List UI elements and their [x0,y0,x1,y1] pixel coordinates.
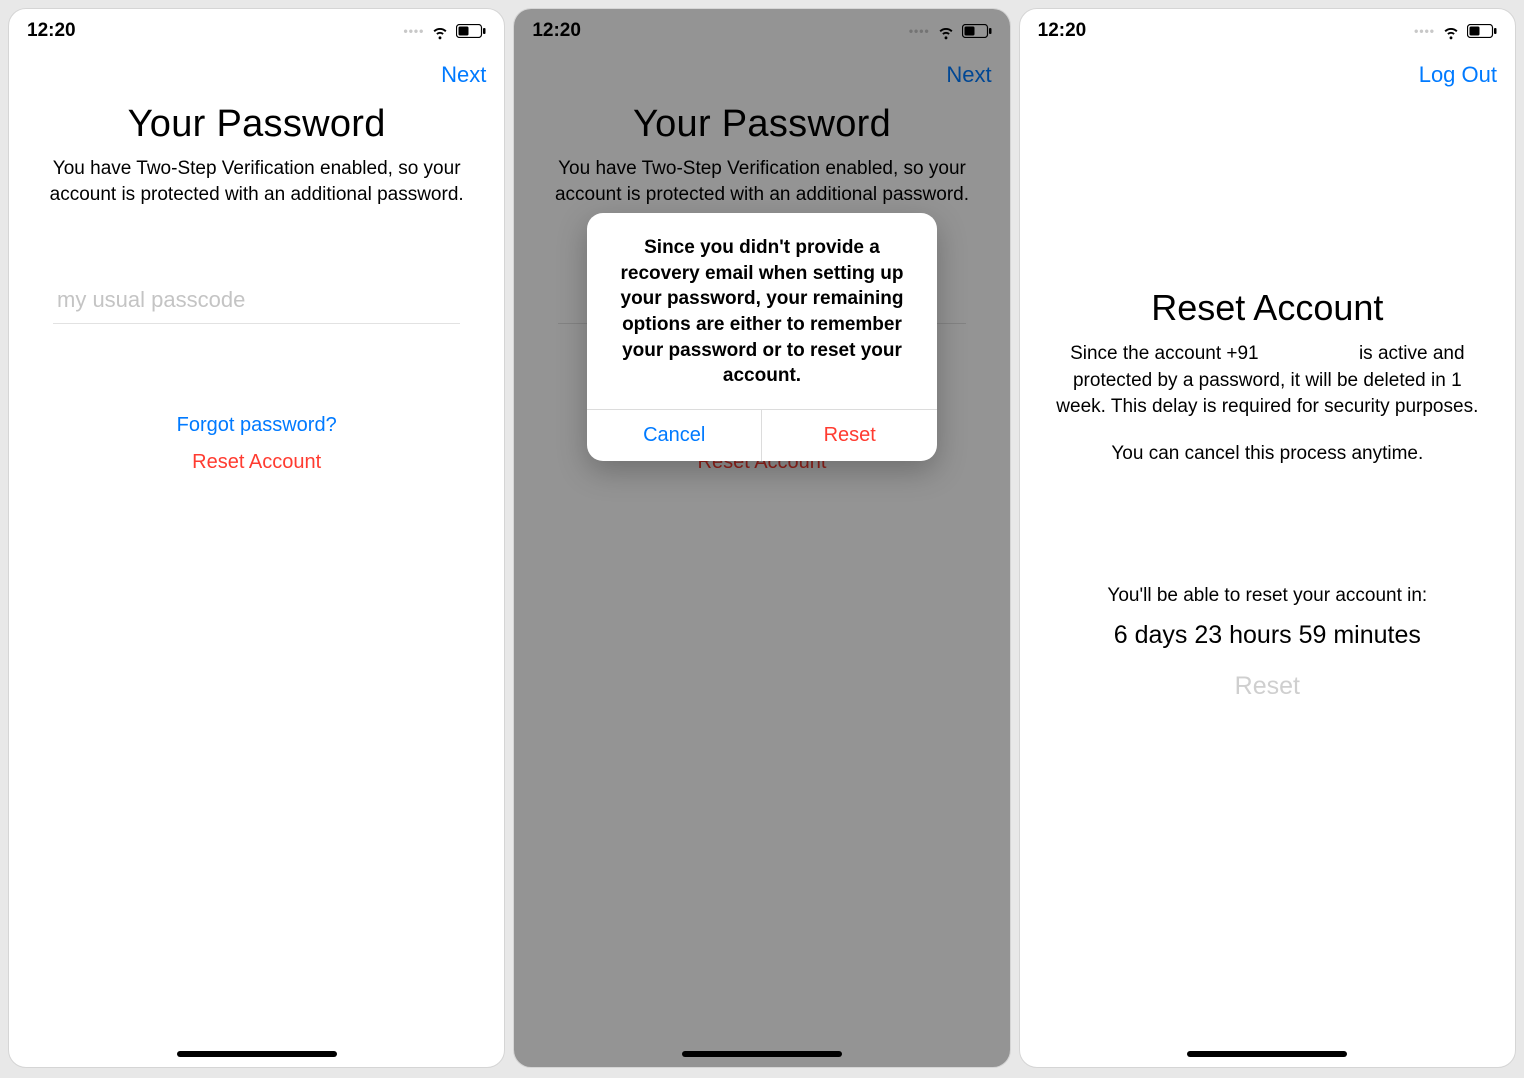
content: Reset Account Since the account +91 is a… [1020,97,1515,701]
status-time: 12:20 [1038,20,1087,42]
cellular-dots-icon: •••• [1414,24,1435,38]
next-button[interactable]: Next [441,62,486,88]
status-time: 12:20 [27,20,76,42]
reset-button-disabled: Reset [1048,672,1487,701]
page-subtitle: You have Two-Step Verification enabled, … [33,156,480,207]
status-right: •••• [404,21,487,41]
page-title: Your Password [33,103,480,146]
account-phone-redacted [1264,343,1354,364]
home-indicator [1187,1051,1347,1057]
wifi-icon [430,21,450,41]
reset-cancel-note: You can cancel this process anytime. [1048,443,1487,465]
wifi-icon [1441,21,1461,41]
status-bar: 12:20 •••• [9,9,504,53]
reset-info-text: Since the account +91 is active and prot… [1048,341,1487,421]
alert-message: Since you didn't provide a recovery emai… [609,235,915,389]
countdown-label: You'll be able to reset your account in: [1048,585,1487,607]
password-hint-input[interactable] [53,277,460,324]
page-title: Reset Account [1048,287,1487,329]
screen-your-password-alert: 12:20 •••• Next Your Password You have T… [513,8,1010,1068]
logout-button[interactable]: Log Out [1419,62,1497,88]
reset-account-link[interactable]: Reset Account [192,451,321,474]
status-bar: 12:20 •••• [1020,9,1515,53]
forgot-password-link[interactable]: Forgot password? [177,414,337,437]
home-indicator [177,1051,337,1057]
alert-dialog: Since you didn't provide a recovery emai… [587,213,937,461]
alert-cancel-button[interactable]: Cancel [587,410,762,461]
battery-icon [1467,24,1497,38]
status-right: •••• [1414,21,1497,41]
reset-info-prefix: Since the account +91 [1070,343,1259,364]
screen-your-password: 12:20 •••• Next Your Password You have T… [8,8,505,1068]
countdown-value: 6 days 23 hours 59 minutes [1048,621,1487,650]
alert-reset-button[interactable]: Reset [761,410,937,461]
nav-bar: Next [9,53,504,97]
screen-reset-account: 12:20 •••• Log Out Reset Account Since t… [1019,8,1516,1068]
battery-icon [456,24,486,38]
cellular-dots-icon: •••• [404,24,425,38]
modal-overlay [514,9,1009,1067]
nav-bar: Log Out [1020,53,1515,97]
content: Your Password You have Two-Step Verifica… [9,97,504,1067]
